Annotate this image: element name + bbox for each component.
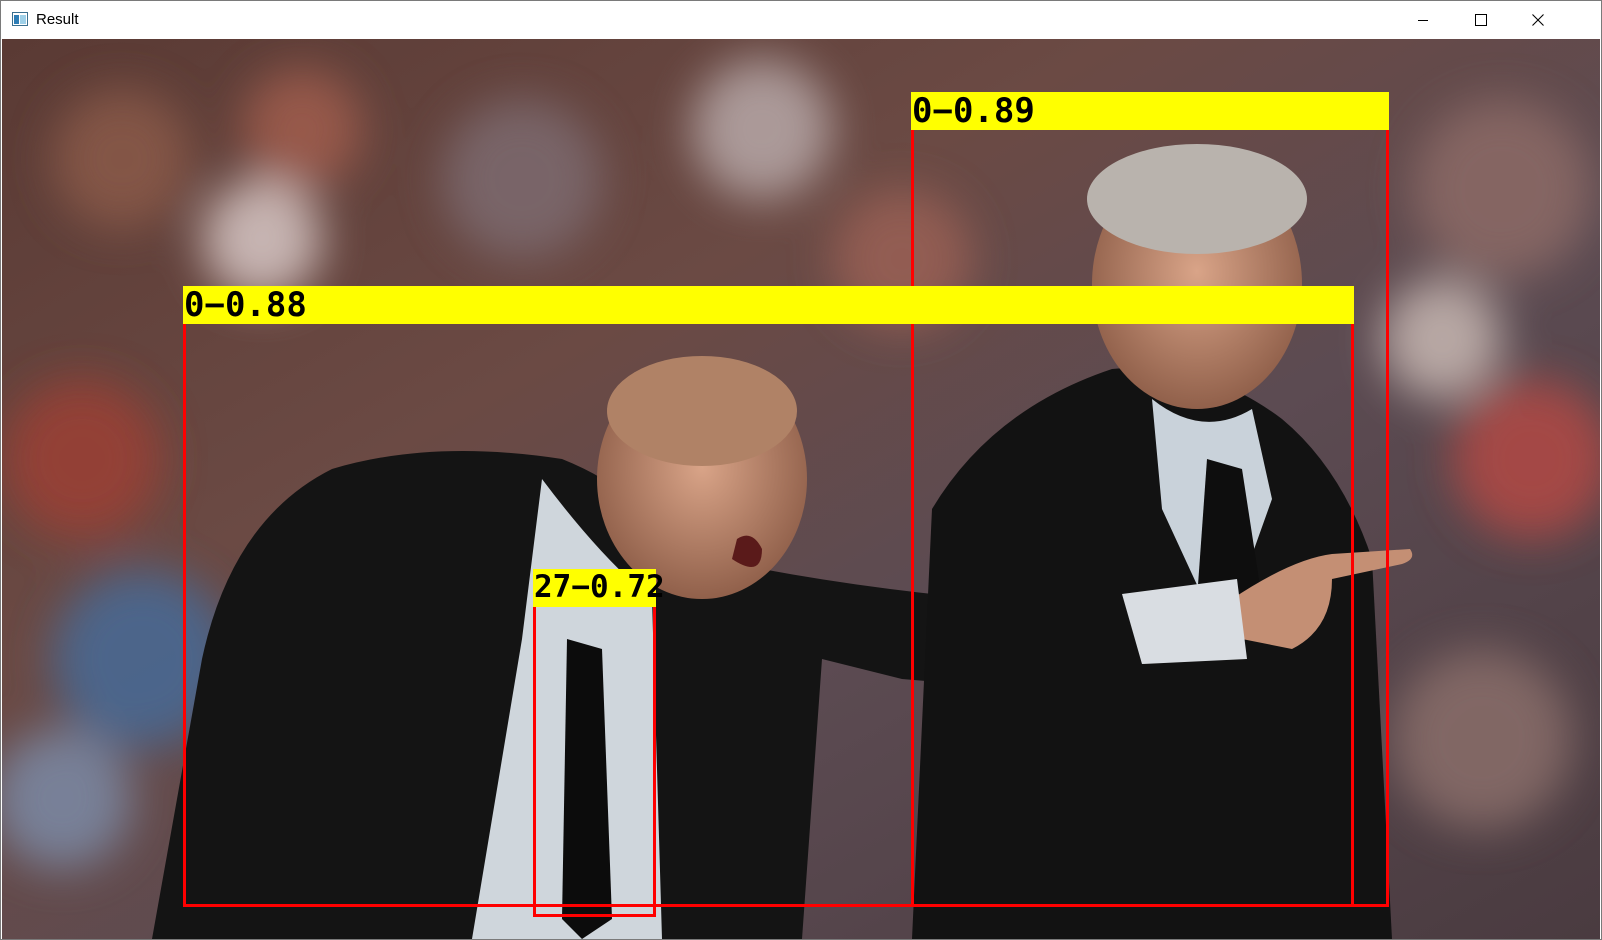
window-title: Result — [36, 11, 79, 28]
detection-label: 0−0.89 — [911, 92, 1389, 130]
close-button[interactable] — [1509, 1, 1567, 39]
maximize-icon — [1475, 14, 1487, 26]
maximize-button[interactable] — [1452, 1, 1510, 39]
minimize-button[interactable] — [1394, 1, 1452, 39]
result-window: Result 0−0.89 0−0.88 27−0.72 — [0, 0, 1602, 940]
detection-label: 0−0.88 — [183, 286, 1354, 324]
minimize-icon — [1418, 20, 1428, 21]
app-icon — [12, 12, 28, 26]
title-bar[interactable]: Result — [1, 1, 1601, 39]
result-image-canvas: 0−0.89 0−0.88 27−0.72 — [2, 39, 1600, 939]
detection-box — [183, 286, 1354, 907]
detection-box — [533, 569, 656, 917]
close-icon — [1532, 14, 1544, 26]
detection-label: 27−0.72 — [533, 569, 665, 607]
